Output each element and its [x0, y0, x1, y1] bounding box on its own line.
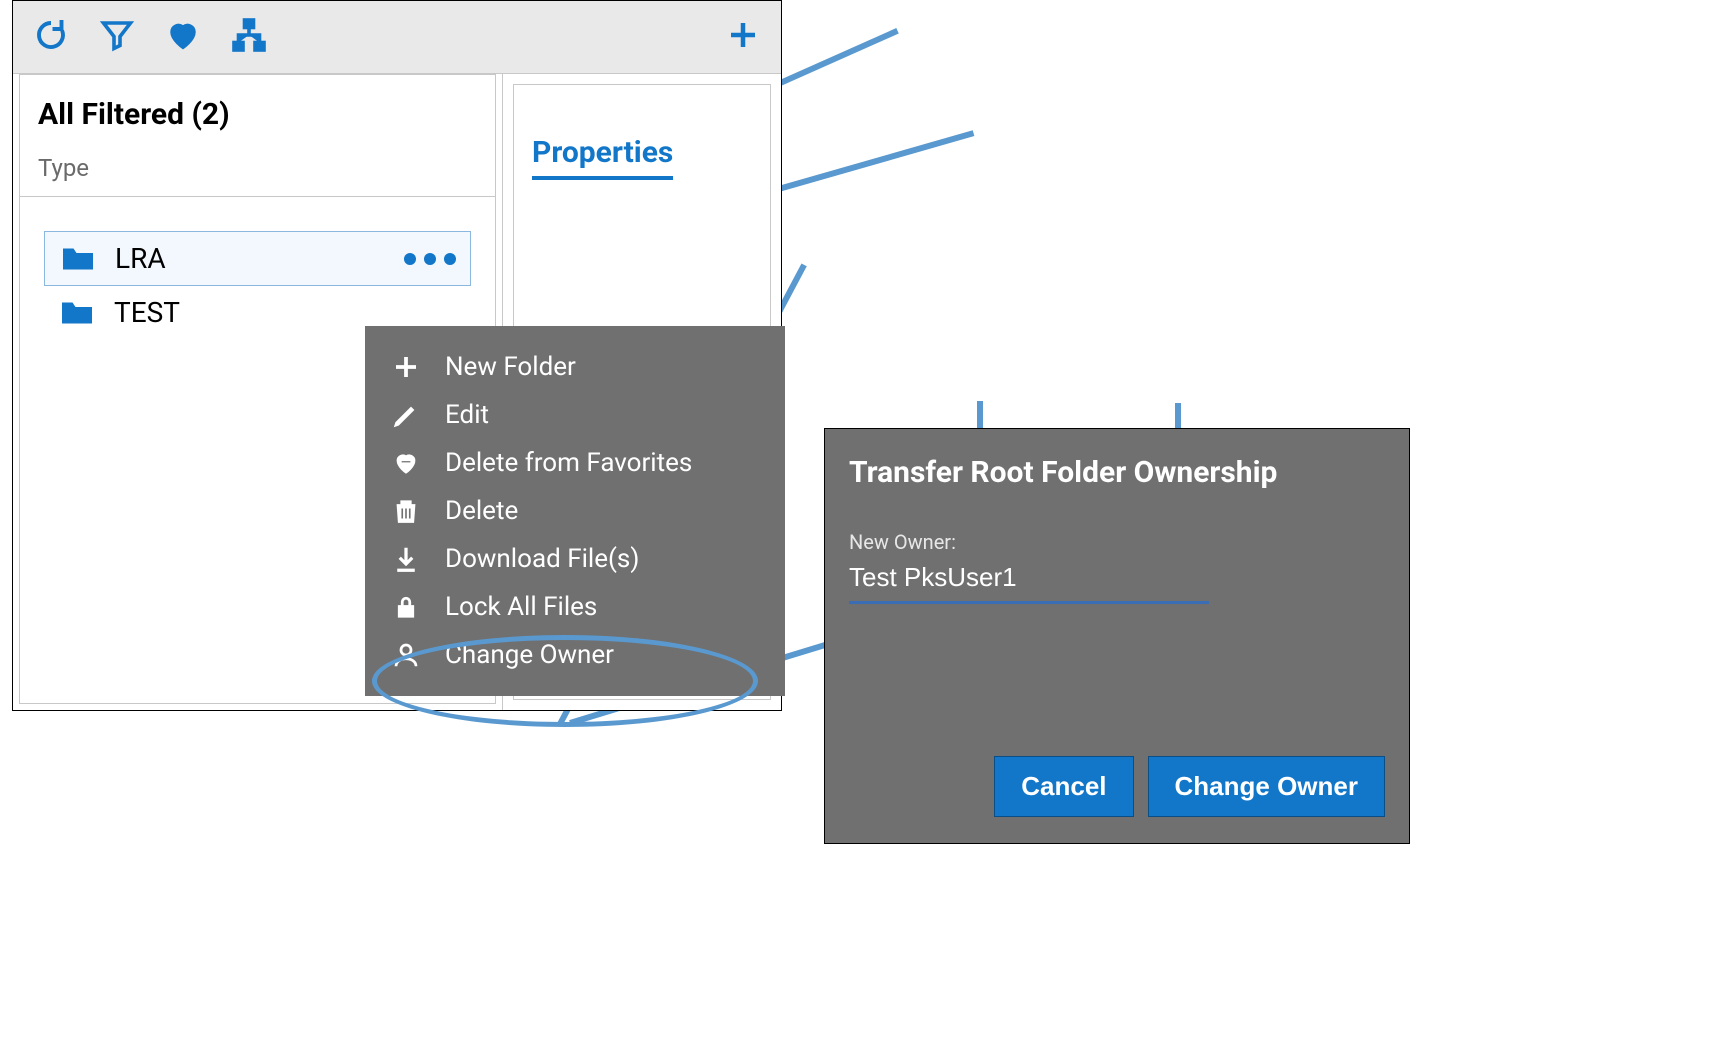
heart-icon[interactable] — [165, 17, 201, 57]
menu-label: New Folder — [445, 352, 576, 382]
menu-label: Delete — [445, 496, 518, 526]
folder-row-lra[interactable]: LRA — [44, 231, 471, 286]
more-icon[interactable] — [404, 253, 456, 265]
tab-properties[interactable]: Properties — [532, 135, 673, 180]
tree-icon[interactable] — [231, 17, 267, 57]
panel-header: All Filtered (2) — [20, 75, 495, 140]
new-owner-field[interactable] — [849, 558, 1209, 604]
new-owner-label: New Owner: — [849, 530, 1385, 554]
dialog-title: Transfer Root Folder Ownership — [849, 455, 1385, 490]
menu-label: Change Owner — [445, 640, 614, 670]
trash-icon — [391, 496, 421, 526]
filter-icon[interactable] — [99, 17, 135, 57]
menu-download[interactable]: Download File(s) — [391, 544, 759, 574]
folder-icon — [58, 298, 96, 328]
transfer-ownership-dialog: Transfer Root Folder Ownership New Owner… — [824, 428, 1410, 844]
folder-name: TEST — [114, 296, 180, 329]
menu-delete[interactable]: Delete — [391, 496, 759, 526]
plus-icon[interactable] — [725, 17, 761, 57]
menu-label: Lock All Files — [445, 592, 597, 622]
change-owner-button[interactable]: Change Owner — [1148, 756, 1385, 817]
folder-icon — [59, 244, 97, 274]
toolbar — [13, 1, 781, 74]
menu-delete-favorites[interactable]: Delete from Favorites — [391, 448, 759, 478]
menu-change-owner[interactable]: Change Owner — [391, 640, 759, 670]
plus-icon — [391, 352, 421, 382]
menu-new-folder[interactable]: New Folder — [391, 352, 759, 382]
panel-type-label: Type — [20, 140, 495, 197]
menu-label: Download File(s) — [445, 544, 639, 574]
pencil-icon — [391, 400, 421, 430]
menu-label: Edit — [445, 400, 489, 430]
download-icon — [391, 544, 421, 574]
folder-name: LRA — [115, 242, 166, 275]
menu-edit[interactable]: Edit — [391, 400, 759, 430]
menu-lock-all[interactable]: Lock All Files — [391, 592, 759, 622]
lock-icon — [391, 592, 421, 622]
heart-minus-icon — [391, 448, 421, 478]
person-icon — [391, 640, 421, 670]
cancel-button[interactable]: Cancel — [994, 756, 1133, 817]
context-menu: New Folder Edit Delete from Favorites De… — [365, 326, 785, 696]
menu-label: Delete from Favorites — [445, 448, 692, 478]
refresh-icon[interactable] — [33, 17, 69, 57]
